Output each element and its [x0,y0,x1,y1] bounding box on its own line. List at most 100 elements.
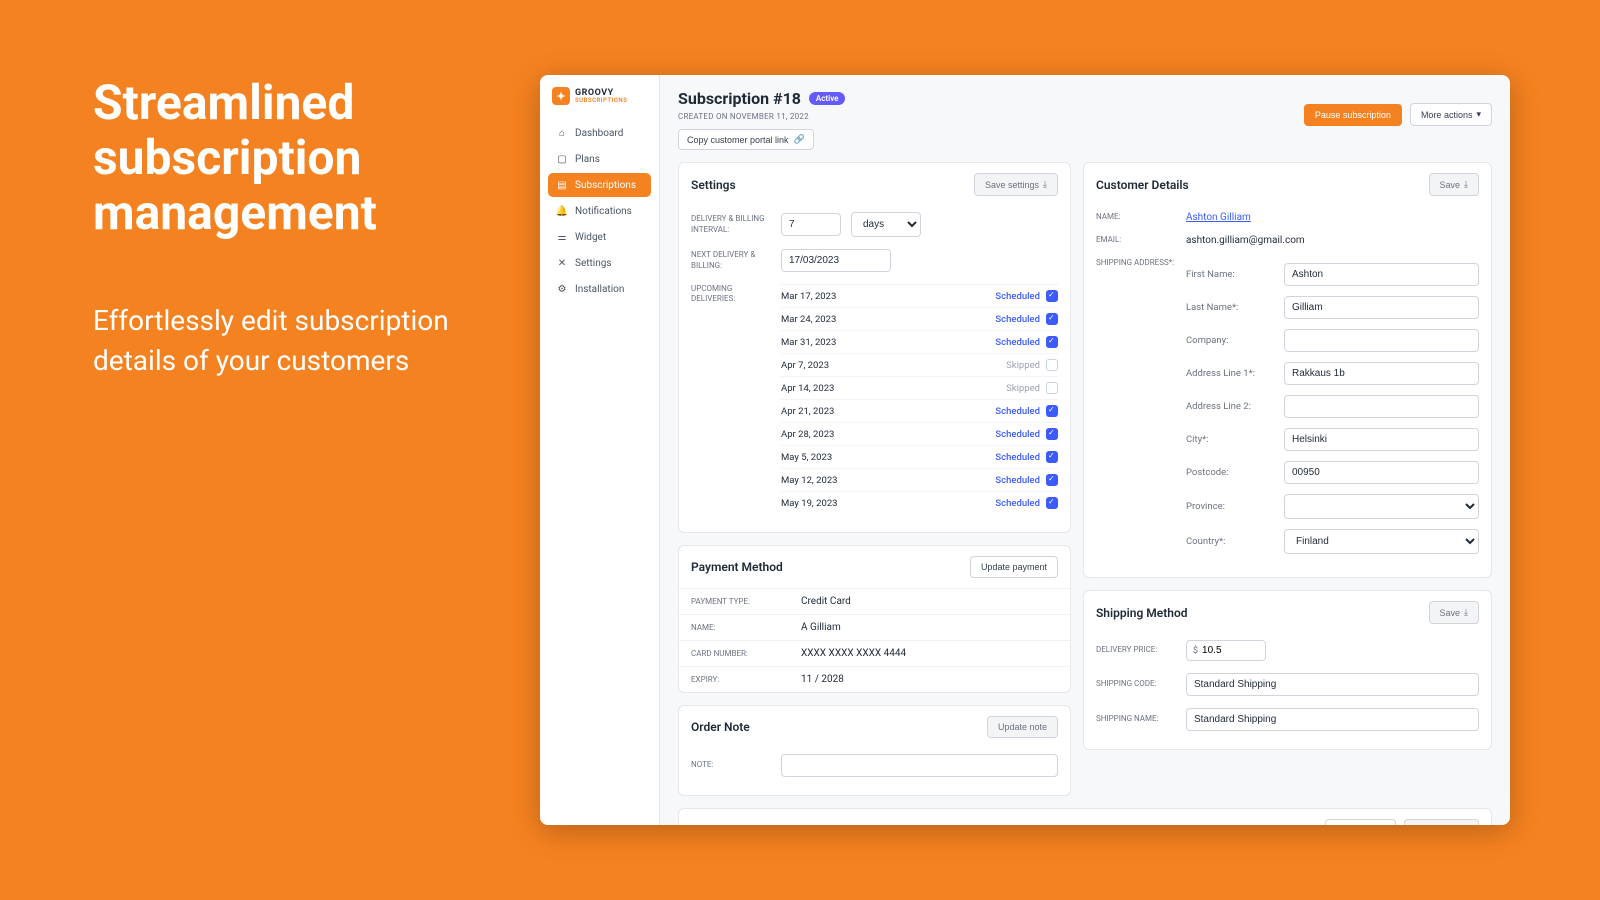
city-input[interactable] [1284,428,1479,451]
tool-icon: ✕ [556,257,568,269]
save-items-button[interactable]: Save items ⤓ [1404,819,1479,825]
note-label: NOTE: [691,760,771,770]
sidebar-item-subscriptions[interactable]: ▤Subscriptions [548,173,651,197]
interval-unit-select[interactable]: days [851,212,921,237]
shipping-code-input[interactable] [1186,673,1479,696]
delivery-row: May 19, 2023 Scheduled [781,492,1058,514]
marketing-headline: Streamlined subscription management [93,75,493,241]
gear-icon: ⚙ [556,283,568,295]
delivery-row: May 5, 2023 Scheduled [781,446,1058,469]
next-delivery-input[interactable] [781,249,891,272]
delivery-status: Scheduled [995,406,1040,417]
delivery-date: May 5, 2023 [781,452,832,463]
order-note-card: Order Note Update note NOTE: [678,705,1071,796]
nav-list: ⌂ Dashboard ▢Plans▤Subscriptions 🔔 Notificat… [548,121,651,301]
currency-icon: $ [1193,646,1198,656]
items-title: Subscription Items [691,824,793,826]
brand-sub: SUBSCRIPTIONS [575,98,627,104]
delivery-date: Mar 31, 2023 [781,337,836,348]
update-note-button[interactable]: Update note [987,716,1058,738]
delivery-row: May 12, 2023Scheduled [781,469,1058,492]
home-icon: ⌂ [556,127,568,139]
delivery-price-input[interactable]: $ [1186,640,1266,661]
delivery-date: Mar 17, 2023 [781,291,836,302]
shipping-title: Shipping Method [1096,606,1188,620]
delivery-date: Apr 14, 2023 [781,383,834,394]
sidebar-item-dashboard[interactable]: ⌂ Dashboard [548,121,651,145]
pause-subscription-button[interactable]: Pause subscription [1304,104,1402,126]
shipping-name-input[interactable] [1186,708,1479,731]
delivery-status: Scheduled [995,429,1040,440]
payment-type-value: Credit Card [801,596,851,607]
delivery-checkbox[interactable] [1046,313,1058,325]
chevron-down-icon: ▾ [1476,109,1481,120]
interval-value-input[interactable] [781,213,841,236]
delivery-checkbox[interactable] [1046,290,1058,302]
save-icon: ⤓ [1043,179,1047,190]
save-shipping-button[interactable]: Save ⤓ [1429,601,1480,624]
delivery-status: Scheduled [995,498,1040,509]
sidebar-item-label: Notifications [575,206,632,217]
more-actions-button[interactable]: More actions ▾ [1410,103,1492,126]
payment-title: Payment Method [691,560,783,574]
delivery-checkbox[interactable] [1046,382,1058,394]
sidebar-item-plans[interactable]: ▢Plans [548,147,651,171]
sidebar-item-settings[interactable]: ✕ Settings [548,251,651,275]
sidebar-item-installation[interactable]: ⚙Installation [548,277,651,301]
delivery-checkbox[interactable] [1046,497,1058,509]
copy-portal-link-button[interactable]: Copy customer portal link 🔗 [678,129,814,150]
last-name-input[interactable] [1284,296,1479,319]
delivery-checkbox[interactable] [1046,428,1058,440]
delivery-date: May 12, 2023 [781,475,838,486]
first-name-input[interactable] [1284,263,1479,286]
update-payment-button[interactable]: Update payment [970,556,1058,578]
address-2-input[interactable] [1284,395,1479,418]
add-items-button[interactable]: Add items + [1325,819,1396,825]
delivery-date: Mar 24, 2023 [781,314,836,325]
save-customer-button[interactable]: Save ⤓ [1429,173,1480,196]
sidebar-item-label: Subscriptions [575,180,636,191]
delivery-checkbox[interactable] [1046,359,1058,371]
sliders-icon: ⚌ [556,231,568,243]
order-note-title: Order Note [691,720,750,734]
delivery-status: Scheduled [995,452,1040,463]
brand-logo: ✦ GROOVY SUBSCRIPTIONS [548,87,651,105]
items-card: Subscription Items Add items + Save item… [678,808,1492,825]
save-settings-button[interactable]: Save settings ⤓ [974,173,1058,196]
delivery-row: Mar 17, 2023Scheduled [781,285,1058,308]
sidebar-item-notifications[interactable]: 🔔 Notifications [548,199,651,223]
delivery-checkbox[interactable] [1046,405,1058,417]
save-icon: ⤓ [1464,607,1468,618]
delivery-checkbox[interactable] [1046,451,1058,463]
sidebar-item-label: Dashboard [575,128,623,139]
delivery-date: Apr 7, 2023 [781,360,829,371]
postcode-input[interactable] [1284,461,1479,484]
customer-title: Customer Details [1096,178,1189,192]
bell-icon: 🔔 [556,205,568,217]
upcoming-label: UPCOMING DELIVERIES: [691,284,771,305]
main-content: Subscription #18 Active CREATED ON NOVEM… [660,75,1510,825]
delivery-checkbox[interactable] [1046,336,1058,348]
province-select[interactable] [1284,494,1479,519]
sidebar-item-widget[interactable]: ⚌ Widget [548,225,651,249]
delivery-status: Skipped [1006,360,1040,371]
delivery-row: Mar 24, 2023 Scheduled [781,308,1058,331]
company-input[interactable] [1284,329,1479,352]
settings-title: Settings [691,178,736,192]
delivery-row: Apr 7, 2023 Skipped [781,354,1058,377]
shipping-card: Shipping Method Save ⤓ DELIVERY PRICE: $ [1083,590,1492,750]
card-number-value: XXXX XXXX XXXX 4444 [801,648,906,659]
customer-name-link[interactable]: Ashton Gilliam [1186,212,1251,223]
delivery-date: May 19, 2023 [781,498,838,509]
delivery-checkbox[interactable] [1046,474,1058,486]
delivery-status: Scheduled [995,314,1040,325]
country-select[interactable]: Finland [1284,529,1479,554]
interval-label: DELIVERY & BILLING INTERVAL: [691,214,771,235]
marketing-subhead: Effortlessly edit subscription details o… [93,301,493,382]
payment-card: Payment Method Update payment PAYMENT TY… [678,545,1071,693]
note-input[interactable] [781,754,1058,777]
sidebar-item-label: Widget [575,232,606,243]
address-1-input[interactable] [1284,362,1479,385]
next-delivery-label: NEXT DELIVERY & BILLING: [691,250,771,271]
sidebar-item-label: Settings [575,258,612,269]
